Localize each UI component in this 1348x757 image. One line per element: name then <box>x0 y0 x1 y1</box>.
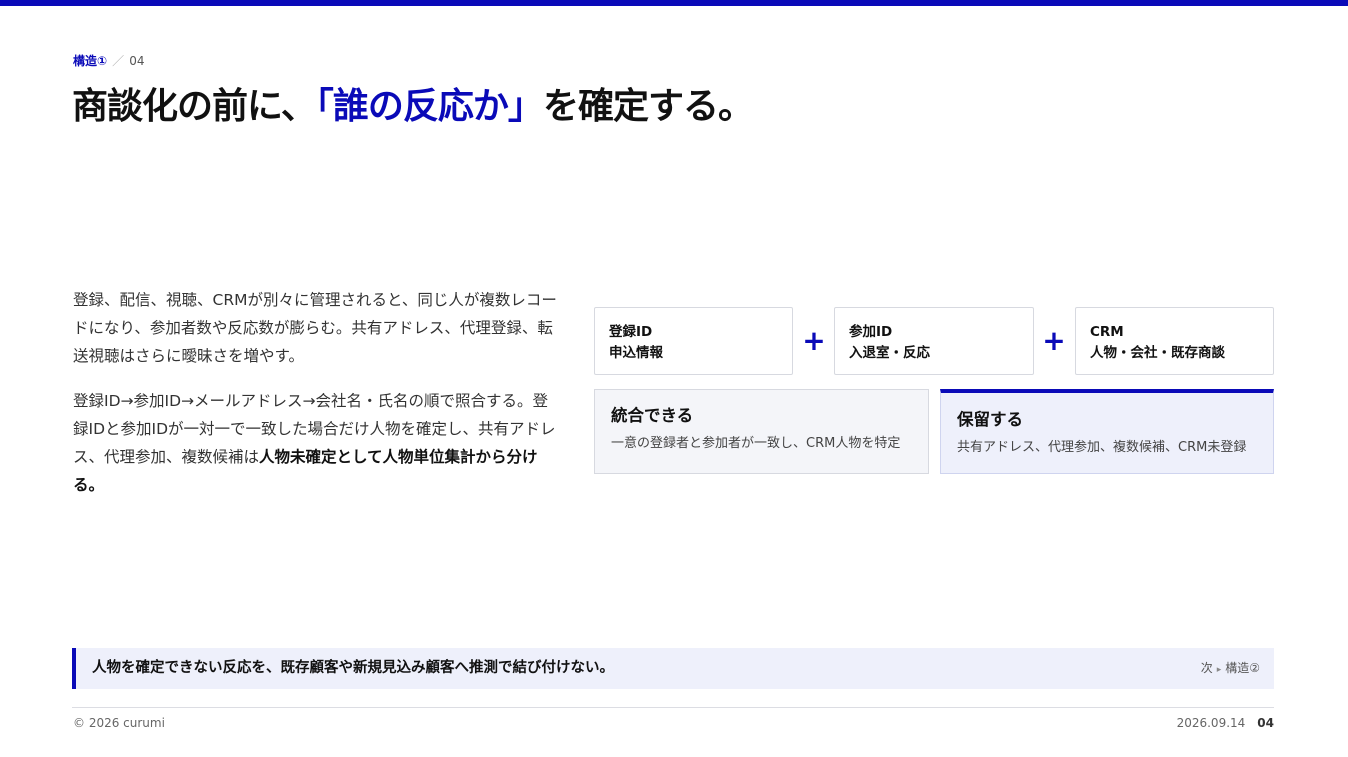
source-box-participant-id: 参加ID 入退室・反応 <box>834 307 1034 375</box>
result-card-hold: 保留する 共有アドレス、代理参加、複数候補、CRM未登録 <box>940 389 1274 474</box>
page-title: 商談化の前に、「誰の反応か」を確定する。 <box>72 84 754 130</box>
section-label: 構造① <box>73 54 108 68</box>
body-paragraph-2: 登録ID→参加ID→メールアドレス→会社名・氏名の順で照合する。登録IDと参加I… <box>73 387 559 499</box>
breadcrumb-separator: ／ <box>112 54 125 68</box>
source-detail: 申込情報 <box>609 345 663 361</box>
result-title: 統合できる <box>611 406 694 425</box>
result-title: 保留する <box>957 410 1023 429</box>
footer-page-number: 04 <box>1257 716 1274 730</box>
source-label: 参加ID <box>849 324 893 340</box>
key-message-text: 人物を確定できない反応を、既存顧客や新規見込み顧客へ推測で結び付けない。 <box>92 660 614 676</box>
next-section-link[interactable]: 次 ▸ 構造② <box>1201 660 1260 678</box>
result-card-merge: 統合できる 一意の登録者と参加者が一致し、CRM人物を特定 <box>594 389 929 474</box>
source-label: CRM <box>1090 324 1124 340</box>
result-description: 一意の登録者と参加者が一致し、CRM人物を特定 <box>611 436 901 451</box>
plus-icon: + <box>802 324 826 357</box>
copyright: © 2026 curumi <box>73 716 165 730</box>
triangle-right-icon: ▸ <box>1216 665 1222 675</box>
source-box-crm: CRM 人物・会社・既存商談 <box>1075 307 1274 375</box>
next-label: 次 <box>1200 661 1213 675</box>
plus-icon: + <box>1042 324 1066 357</box>
top-accent-bar <box>0 0 1348 6</box>
title-tail-text: を確定する。 <box>542 86 754 127</box>
title-lead-text: 商談化の前に、 <box>72 86 317 127</box>
source-box-registration-id: 登録ID 申込情報 <box>594 307 793 375</box>
footer-date: 2026.09.14 <box>1176 716 1246 730</box>
body-paragraph-1: 登録、配信、視聴、CRMが別々に管理されると、同じ人が複数レコードになり、参加者… <box>73 291 557 365</box>
source-detail: 入退室・反応 <box>849 345 930 361</box>
source-detail: 人物・会社・既存商談 <box>1090 345 1225 361</box>
title-accent-text: 「誰の反応か」 <box>315 86 544 127</box>
breadcrumb-page-number: 04 <box>129 54 145 68</box>
result-description: 共有アドレス、代理参加、複数候補、CRM未登録 <box>957 440 1247 455</box>
key-message-banner: 人物を確定できない反応を、既存顧客や新規見込み顧客へ推測で結び付けない。 次 ▸ 構… <box>72 648 1274 689</box>
footer-meta: 2026.09.14 04 <box>1177 715 1274 731</box>
next-target: 構造② <box>1225 661 1260 675</box>
source-label: 登録ID <box>609 324 653 340</box>
footer-divider <box>72 707 1274 708</box>
breadcrumb: 構造① ／ 04 <box>73 53 144 69</box>
